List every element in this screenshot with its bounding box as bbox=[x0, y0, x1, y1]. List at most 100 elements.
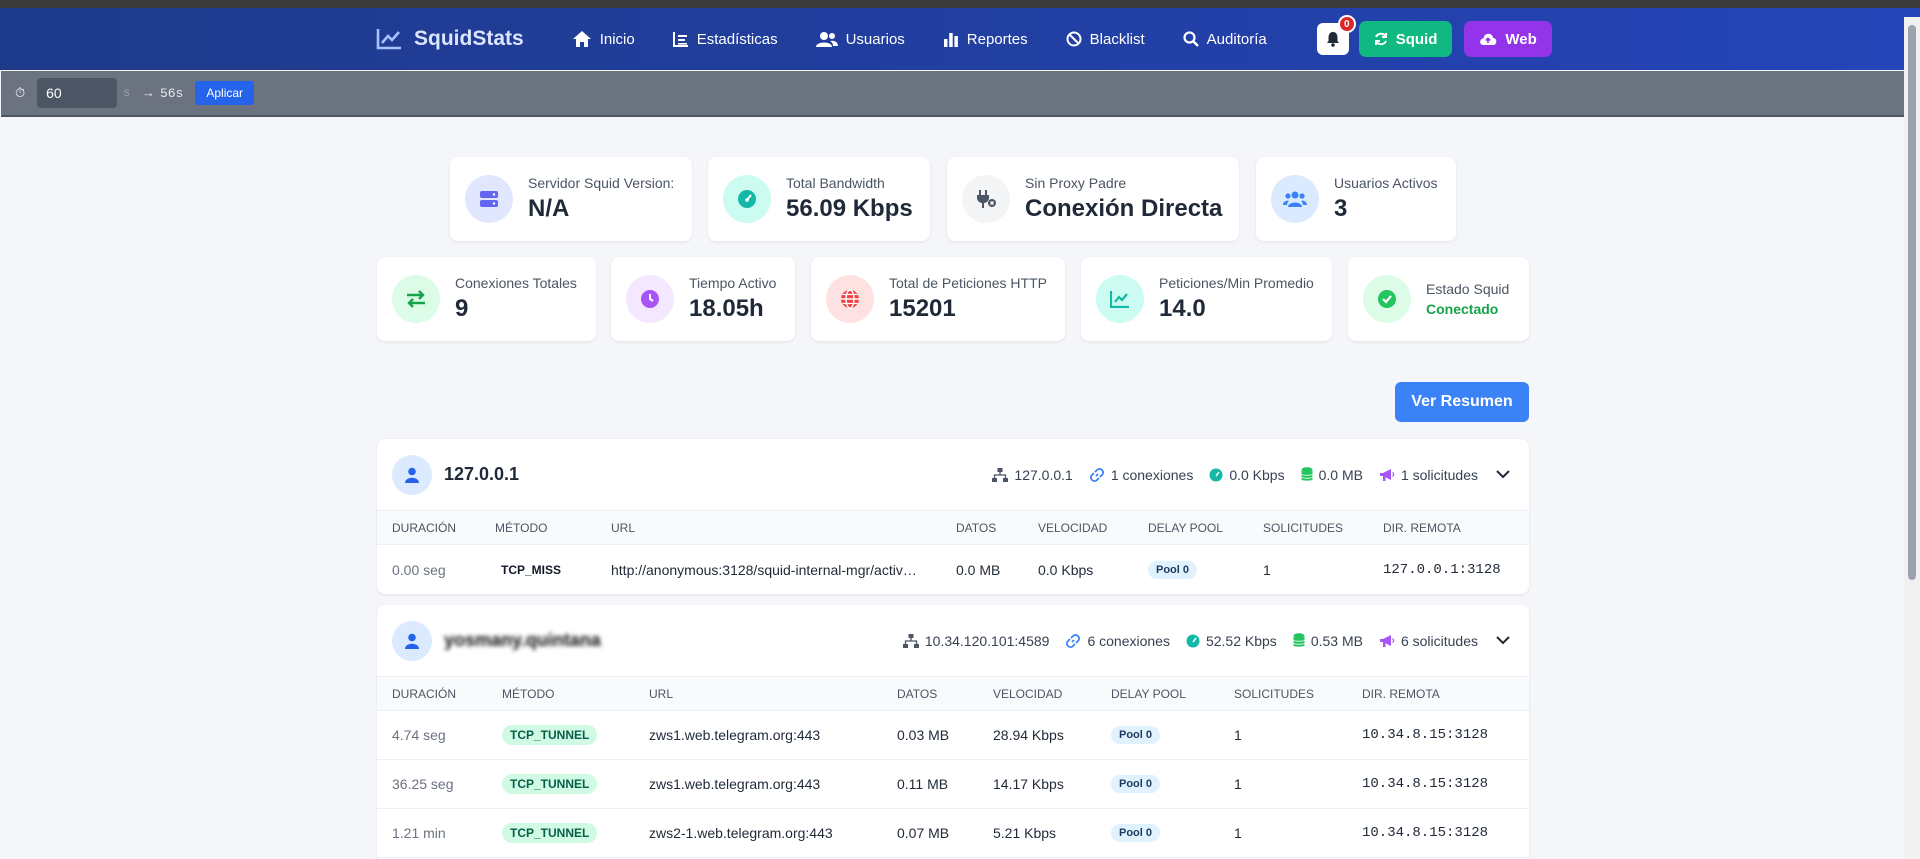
user-name: yosmany.quintana bbox=[444, 630, 601, 650]
nav-reportes-label: Reportes bbox=[966, 30, 1028, 48]
user-panel: yosmany.quintana 10.34.120.101:4589 6 co… bbox=[377, 605, 1529, 859]
connections-table-header: DURACIÓN MÉTODO URL DATOS VELOCIDAD DELA… bbox=[377, 511, 1529, 545]
stat-label: Sin Proxy Padre bbox=[1025, 175, 1127, 191]
row-remote: 10.34.8.15:3128 bbox=[1362, 825, 1489, 841]
col-duracion: DURACIÓN bbox=[392, 520, 457, 535]
col-duracion: DURACIÓN bbox=[392, 686, 457, 701]
row-remote: 10.34.8.15:3128 bbox=[1362, 727, 1489, 743]
link-icon bbox=[1066, 633, 1081, 648]
user-speed-value: 0.0 Kbps bbox=[1229, 466, 1285, 483]
ver-resumen-button[interactable]: Ver Resumen bbox=[1395, 382, 1529, 422]
user-data: 0.53 MB bbox=[1292, 633, 1363, 649]
database-icon bbox=[1300, 467, 1313, 481]
stat-card-squid-status: Estado Squid Conectado bbox=[1348, 257, 1529, 341]
stat-label: Estado Squid bbox=[1426, 281, 1510, 297]
chevron-down-icon[interactable] bbox=[1496, 636, 1510, 645]
web-button[interactable]: Web bbox=[1464, 21, 1552, 57]
user-requests-value: 6 solicitudes bbox=[1400, 632, 1478, 649]
browser-top-strip bbox=[0, 0, 1920, 8]
user-avatar-icon bbox=[392, 620, 432, 661]
nav-auditoria[interactable]: Auditoría bbox=[1183, 31, 1267, 48]
nav-inicio-label: Inicio bbox=[599, 30, 635, 48]
clock-icon bbox=[626, 275, 674, 323]
user-requests: 1 solicitudes bbox=[1379, 467, 1478, 483]
nav-blacklist[interactable]: Blacklist bbox=[1066, 31, 1145, 48]
table-row[interactable]: 4.74 seg TCP_TUNNEL zws1.web.telegram.or… bbox=[377, 711, 1529, 760]
nav-estadisticas-label: Estadísticas bbox=[696, 30, 778, 48]
row-url[interactable]: zws1.web.telegram.org:443 bbox=[649, 776, 820, 792]
user-panel-header[interactable]: yosmany.quintana 10.34.120.101:4589 6 co… bbox=[377, 605, 1529, 677]
refresh-interval-input[interactable] bbox=[37, 78, 118, 108]
ban-icon bbox=[1066, 31, 1082, 47]
row-duration: 4.74 seg bbox=[392, 727, 446, 743]
stat-label: Conexiones Totales bbox=[455, 275, 577, 291]
nav-usuarios[interactable]: Usuarios bbox=[815, 30, 905, 48]
users-icon bbox=[815, 32, 838, 47]
row-data: 0.03 MB bbox=[897, 727, 950, 743]
user-panel-header[interactable]: 127.0.0.1 127.0.0.1 1 conexiones 0.0 Kbp… bbox=[377, 439, 1529, 511]
database-icon bbox=[1292, 633, 1305, 647]
brand[interactable]: SquidStats bbox=[376, 27, 524, 51]
apply-button[interactable]: Aplicar bbox=[195, 81, 255, 105]
row-duration: 36.25 seg bbox=[392, 776, 454, 792]
navbar: SquidStats Inicio Estadísticas Usuarios … bbox=[0, 8, 1920, 70]
stat-label: Total de Peticiones HTTP bbox=[889, 275, 1047, 291]
stat-card-uptime: Tiempo Activo 18.05h bbox=[611, 257, 795, 341]
col-dir-remota: DIR. REMOTA bbox=[1383, 520, 1461, 535]
user-panel: 127.0.0.1 127.0.0.1 1 conexiones 0.0 Kbp… bbox=[377, 439, 1529, 594]
row-duration: 1.21 min bbox=[392, 825, 446, 841]
user-ip: 10.34.120.101:4589 bbox=[902, 633, 1049, 649]
table-row[interactable]: 36.25 seg TCP_TUNNEL zws1.web.telegram.o… bbox=[377, 760, 1529, 809]
row-url[interactable]: zws2-1.web.telegram.org:443 bbox=[649, 825, 833, 841]
chevron-down-icon[interactable] bbox=[1496, 470, 1510, 479]
home-icon bbox=[572, 31, 591, 47]
stat-card-total-connections: Conexiones Totales 9 bbox=[377, 257, 596, 341]
table-row[interactable]: 0.00 seg TCP_MISS http://anonymous:3128/… bbox=[377, 545, 1529, 594]
user-name: 127.0.0.1 bbox=[444, 464, 520, 484]
row-speed: 5.21 Kbps bbox=[993, 825, 1057, 841]
row-url[interactable]: zws1.web.telegram.org:443 bbox=[649, 727, 820, 743]
gauge-icon bbox=[723, 175, 771, 223]
col-velocidad: VELOCIDAD bbox=[993, 686, 1063, 701]
page-scrollbar[interactable] bbox=[1904, 17, 1920, 859]
nav-reportes[interactable]: Reportes bbox=[943, 31, 1028, 48]
search-icon bbox=[1183, 31, 1199, 47]
nav-usuarios-label: Usuarios bbox=[845, 30, 905, 48]
stat-label: Tiempo Activo bbox=[689, 275, 777, 291]
link-icon bbox=[1089, 467, 1104, 482]
stat-value: 18.05h bbox=[689, 295, 764, 322]
squid-button[interactable]: Squid bbox=[1358, 21, 1453, 57]
user-speed: 52.52 Kbps bbox=[1186, 633, 1277, 649]
brand-name: SquidStats bbox=[414, 27, 524, 50]
user-connections-value: 1 conexiones bbox=[1110, 466, 1194, 483]
row-url[interactable]: http://anonymous:3128/squid-internal-mgr… bbox=[611, 562, 917, 578]
row-data: 0.11 MB bbox=[897, 776, 949, 792]
stat-value: Conexión Directa bbox=[1025, 195, 1223, 222]
row-duration: 0.00 seg bbox=[392, 561, 446, 578]
stat-card-squid-version: Servidor Squid Version: N/A bbox=[450, 157, 692, 241]
nav-estadisticas[interactable]: Estadísticas bbox=[672, 30, 778, 48]
user-connections: 6 conexiones bbox=[1065, 633, 1170, 649]
gauge-icon bbox=[1209, 468, 1223, 481]
nav-inicio[interactable]: Inicio bbox=[572, 30, 635, 48]
notifications-button[interactable]: 0 bbox=[1316, 15, 1356, 55]
stopwatch-icon: ⏱ bbox=[15, 85, 26, 100]
col-metodo: MÉTODO bbox=[495, 520, 548, 535]
plug-off-icon bbox=[962, 175, 1010, 223]
row-speed: 14.17 Kbps bbox=[993, 776, 1064, 792]
refresh-countdown: → 56s bbox=[144, 85, 184, 101]
col-datos: DATOS bbox=[956, 520, 997, 535]
table-row[interactable]: 1.21 min TCP_TUNNEL zws2-1.web.telegram.… bbox=[377, 809, 1529, 858]
squid-status-value: Conectado bbox=[1426, 301, 1499, 317]
row-data: 0.07 MB bbox=[897, 825, 950, 841]
scrollbar-thumb[interactable] bbox=[1908, 25, 1916, 580]
refresh-bar: ⏱ s → 56s Aplicar bbox=[1, 71, 1904, 117]
chart-line-icon bbox=[1096, 275, 1144, 323]
users-icon bbox=[1271, 175, 1319, 223]
stat-value: 3 bbox=[1334, 195, 1348, 222]
col-solicitudes: SOLICITUDES bbox=[1234, 686, 1315, 701]
stat-value: 9 bbox=[455, 295, 469, 322]
exchange-icon bbox=[392, 275, 440, 323]
col-delay-pool: DELAY POOL bbox=[1111, 686, 1186, 701]
network-icon bbox=[992, 467, 1009, 482]
